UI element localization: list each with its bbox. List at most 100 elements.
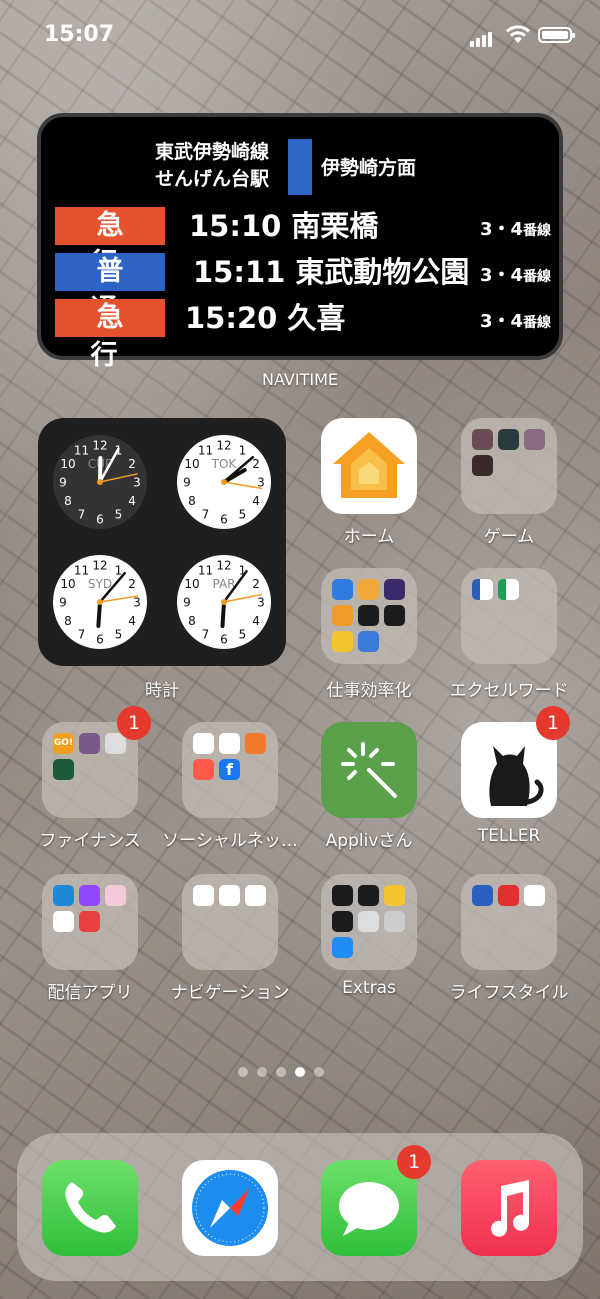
clock-widget[interactable]: 121234567891011CUP121234567891011TOK1212… <box>38 418 286 666</box>
clock-number: 11 <box>198 443 213 457</box>
appliv-app-icon[interactable] <box>321 722 417 818</box>
imovie-icon <box>384 579 405 600</box>
sheets-icon <box>498 579 519 600</box>
clock-center <box>97 599 103 605</box>
music-app-icon[interactable] <box>461 1160 557 1256</box>
excel-word-folder[interactable] <box>461 568 557 664</box>
game-app-icon <box>472 429 493 450</box>
magic-wand-icon <box>341 742 397 798</box>
clock-number: 10 <box>60 577 75 591</box>
go-app-icon: GO! <box>53 733 74 754</box>
direction-label: 伊勢崎方面 <box>321 157 417 179</box>
clock-city-label: PAR <box>212 577 235 591</box>
cellular-signal-icon <box>470 28 494 47</box>
app-icon <box>79 733 100 754</box>
page-indicator[interactable] <box>238 1062 333 1081</box>
navitime-widget[interactable]: 東武伊勢崎線 せんげん台駅 伊勢崎方面 急 行 15:10 南栗橋 3・4番線 … <box>37 113 563 371</box>
app-icon <box>332 605 353 626</box>
games-folder[interactable] <box>461 418 557 514</box>
app-icon <box>245 733 266 754</box>
notification-badge: 1 <box>536 706 570 740</box>
navigation-folder[interactable] <box>182 874 278 970</box>
clock-number: 7 <box>202 628 210 642</box>
page-dot <box>257 1067 267 1077</box>
clock-number: 9 <box>183 476 191 490</box>
direction-marker <box>288 139 312 195</box>
clock-number: 10 <box>184 457 199 471</box>
clock-number: 11 <box>74 443 89 457</box>
clock-number: 1 <box>115 563 123 577</box>
tinder-icon <box>193 759 214 780</box>
wifi-icon <box>506 25 530 43</box>
appliv-app-label: Applivさん <box>325 831 413 851</box>
clock-number: 5 <box>115 628 123 642</box>
yahoo-car-icon <box>219 885 240 906</box>
tips-icon <box>332 631 353 652</box>
clock-number: 8 <box>188 494 196 508</box>
messenger-icon <box>332 937 353 958</box>
home-app-label: ホーム <box>343 527 395 547</box>
clock-number: 2 <box>252 457 260 471</box>
productivity-folder[interactable] <box>321 568 417 664</box>
clock-number: 4 <box>128 614 136 628</box>
compass-icon <box>192 1170 268 1246</box>
phone-app-icon[interactable] <box>42 1160 138 1256</box>
clock-number: 6 <box>96 633 104 647</box>
platform-label: 3・4番線 <box>479 265 551 286</box>
clock-number: 4 <box>252 494 260 508</box>
clock-hand <box>220 600 226 628</box>
app-icon <box>219 733 240 754</box>
page-dot <box>276 1067 286 1077</box>
contacts-icon <box>358 911 379 932</box>
clock-city-label: SYD <box>88 577 112 591</box>
train-row: 急 行 15:20 久喜 3・4番線 <box>55 299 551 371</box>
game-app-icon <box>498 429 519 450</box>
clock-number: 7 <box>78 628 86 642</box>
clock-number: 9 <box>59 596 67 610</box>
status-bar: 15:07 <box>0 0 600 70</box>
clock-number: 4 <box>252 614 260 628</box>
streaming-folder[interactable] <box>42 874 138 970</box>
yahoo-map-icon <box>245 885 266 906</box>
notification-badge: 1 <box>397 1145 431 1179</box>
clock-number: 6 <box>96 513 104 527</box>
status-time: 15:07 <box>44 22 115 47</box>
page-dot <box>238 1067 248 1077</box>
train-row: 普 通 15:11 東武動物公園 3・4番線 <box>55 253 551 325</box>
platform-label: 3・4番線 <box>479 311 551 332</box>
house-icon <box>333 432 405 498</box>
clock-center <box>97 479 103 485</box>
train-line-station: 東武伊勢崎線 せんげん台駅 <box>155 139 269 193</box>
home-app-icon[interactable] <box>321 418 417 514</box>
station-name: せんげん台駅 <box>155 168 270 190</box>
extras-folder[interactable] <box>321 874 417 970</box>
notification-badge: 1 <box>117 706 151 740</box>
game-app-icon <box>524 429 545 450</box>
clock-number: 12 <box>92 559 107 573</box>
excel-word-folder-label: エクセルワード <box>449 681 569 701</box>
train-type-badge: 急 行 <box>55 207 165 279</box>
app-icon <box>105 885 126 906</box>
clock-number: 3 <box>257 596 265 610</box>
yahoo-transit-icon <box>193 885 214 906</box>
clock-widget-label: 時計 <box>145 681 179 701</box>
clock-number: 12 <box>216 559 231 573</box>
clock-number: 2 <box>128 577 136 591</box>
clock-number: 5 <box>239 628 247 642</box>
safari-app-icon[interactable] <box>182 1160 278 1256</box>
lifestyle-folder[interactable] <box>461 874 557 970</box>
departure-info: 15:10 南栗橋 <box>189 209 379 243</box>
clock-center <box>221 479 227 485</box>
page-dot-current <box>295 1067 305 1077</box>
twitch-icon <box>79 885 100 906</box>
streaming-folder-label: 配信アプリ <box>47 983 133 1003</box>
facebook-icon: f <box>219 759 240 780</box>
play-store-icon <box>53 911 74 932</box>
keynote-icon <box>332 579 353 600</box>
clock-number: 9 <box>59 476 67 490</box>
game-app-icon <box>472 455 493 476</box>
social-folder[interactable]: f <box>182 722 278 818</box>
clock-number: 3 <box>133 596 141 610</box>
clock-number: 10 <box>184 577 199 591</box>
lifestyle-folder-label: ライフスタイル <box>449 983 569 1003</box>
